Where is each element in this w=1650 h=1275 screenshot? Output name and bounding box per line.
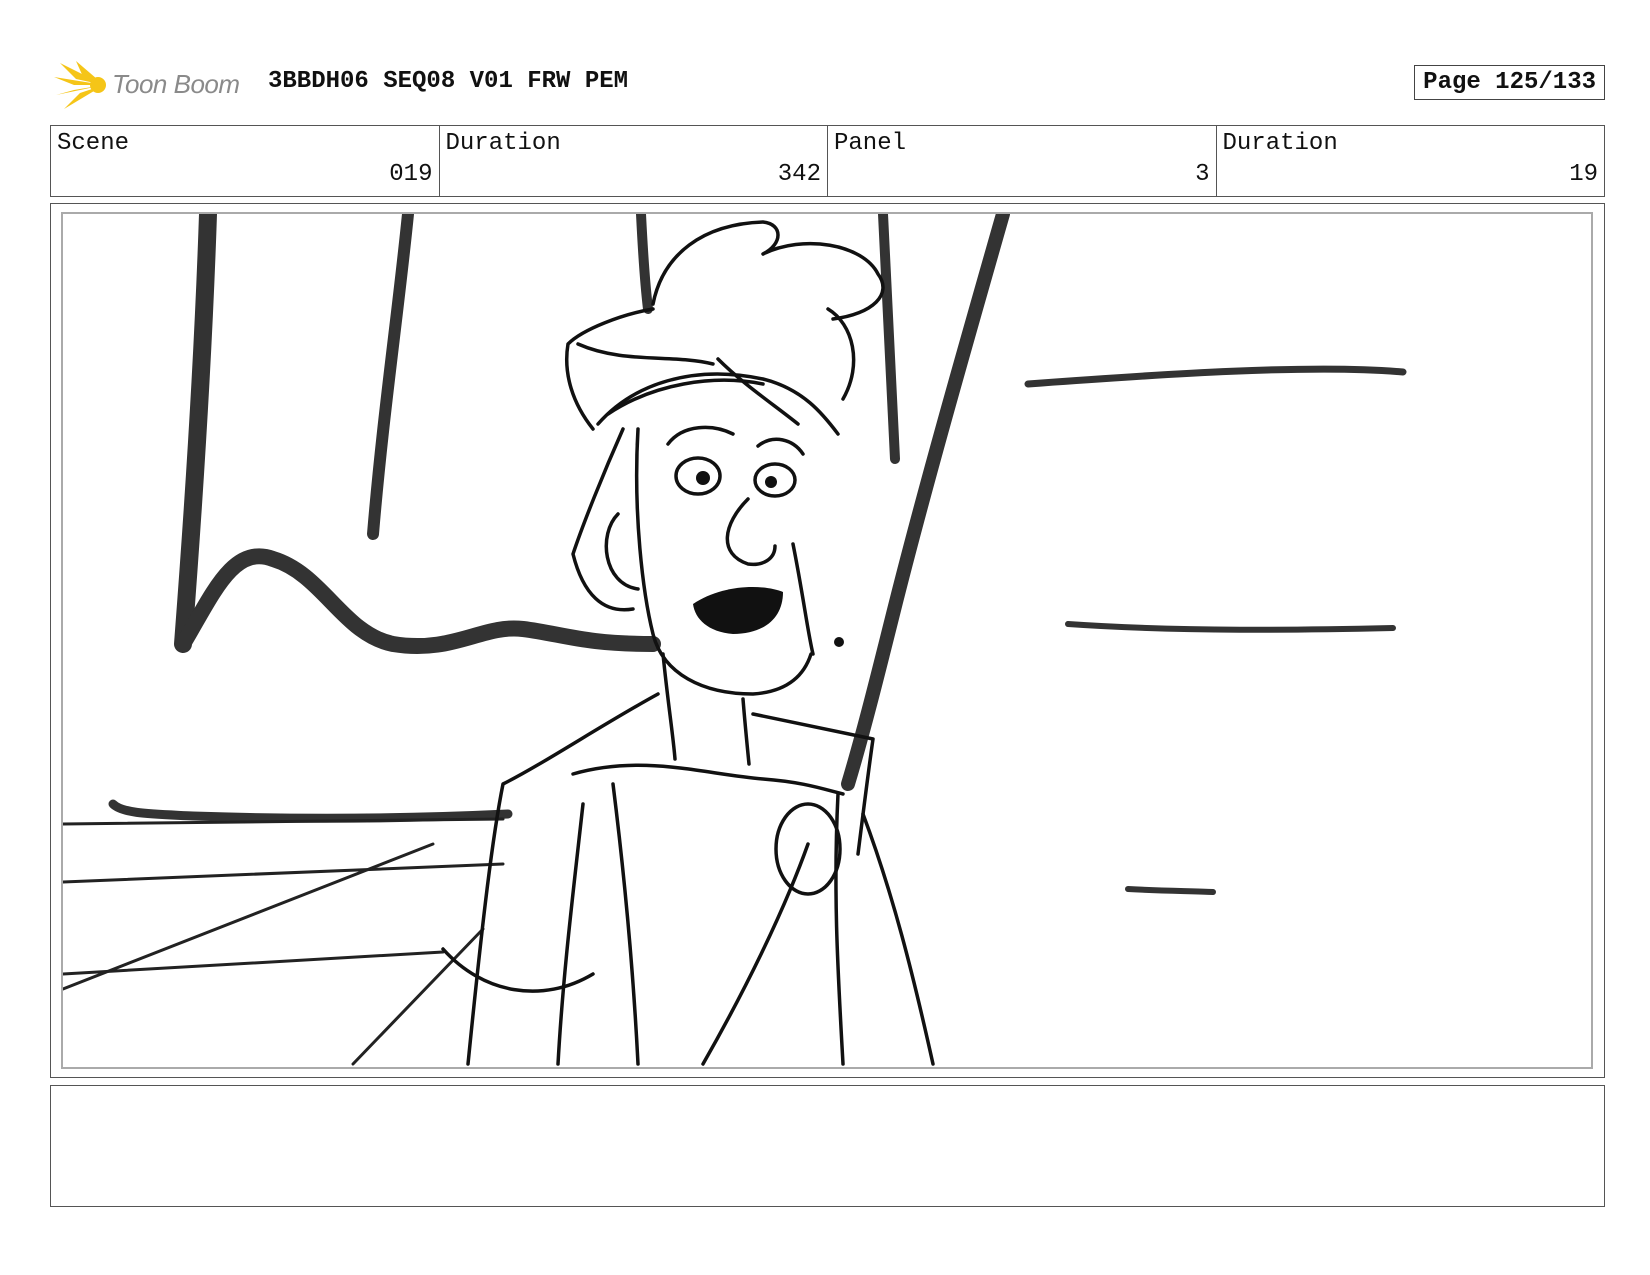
panel-cell: Panel 3 (828, 126, 1217, 196)
panel-duration-label: Duration (1222, 130, 1338, 157)
page-number: Page 125/133 (1414, 65, 1605, 100)
storyboard-panel (50, 203, 1605, 1078)
scene-duration-value: 342 (777, 161, 821, 188)
panel-duration-value: 19 (1569, 161, 1598, 188)
character-sketch-drawing (63, 214, 1407, 1066)
panel-notes-box (50, 1085, 1605, 1207)
toon-boom-logo: Toon Boom (54, 59, 254, 111)
panel-duration-cell: Duration 19 (1217, 126, 1605, 196)
toon-boom-starburst-icon (54, 61, 106, 109)
storyboard-title: 3BBDH06 SEQ08 V01 FRW PEM (268, 68, 629, 95)
scene-duration-label: Duration (445, 130, 561, 157)
scene-cell: Scene 019 (51, 126, 440, 196)
logo-text: Toon Boom (112, 69, 240, 99)
panel-drawing-area (61, 212, 1593, 1069)
panel-label: Panel (834, 130, 907, 157)
scene-info-table: Scene 019 Duration 342 Panel 3 Duration … (50, 125, 1605, 197)
page-header: Toon Boom 3BBDH06 SEQ08 V01 FRW PEM Page… (50, 55, 1605, 110)
panel-value: 3 (1195, 161, 1210, 188)
scene-value: 019 (389, 161, 433, 188)
scene-duration-cell: Duration 342 (440, 126, 828, 196)
scene-label: Scene (57, 130, 130, 157)
